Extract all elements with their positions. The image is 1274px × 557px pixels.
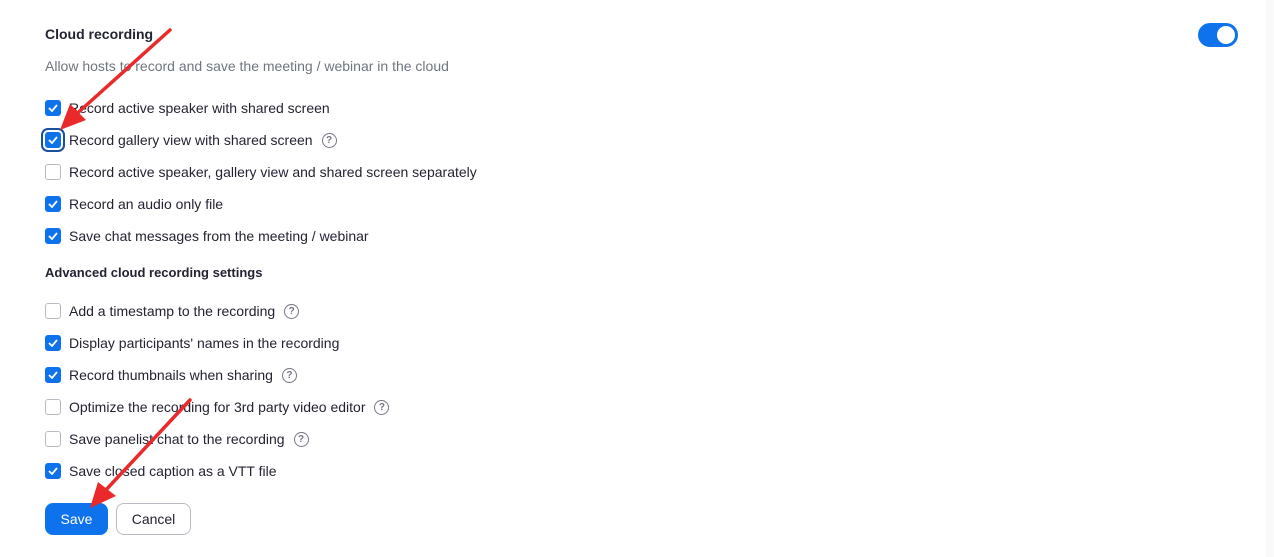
scrollbar[interactable] — [1266, 0, 1274, 557]
checkbox-panelist-chat[interactable] — [45, 431, 61, 447]
option-optimize-editor: Optimize the recording for 3rd party vid… — [45, 397, 390, 417]
check-icon — [48, 136, 58, 144]
option-label: Add a timestamp to the recording — [69, 303, 276, 319]
check-icon — [48, 232, 58, 240]
cancel-button[interactable]: Cancel — [116, 503, 191, 535]
check-icon — [48, 339, 58, 347]
option-label: Optimize the recording for 3rd party vid… — [69, 399, 366, 415]
option-label: Record thumbnails when sharing — [69, 367, 273, 383]
checkbox-optimize-editor[interactable] — [45, 399, 61, 415]
option-label: Record active speaker, gallery view and … — [69, 164, 477, 180]
checkbox-participant-names[interactable] — [45, 335, 61, 351]
option-label: Display participants' names in the recor… — [69, 335, 340, 351]
option-timestamp: Add a timestamp to the recording ? — [45, 301, 300, 321]
option-panelist-chat: Save panelist chat to the recording ? — [45, 429, 309, 449]
option-record-gallery-view: Record gallery view with shared screen ? — [45, 130, 337, 150]
option-label: Save closed caption as a VTT file — [69, 463, 277, 479]
option-closed-caption: Save closed caption as a VTT file — [45, 461, 277, 481]
help-icon[interactable]: ? — [374, 399, 390, 415]
help-icon[interactable]: ? — [281, 367, 297, 383]
checkbox-thumbnails[interactable] — [45, 367, 61, 383]
option-thumbnails: Record thumbnails when sharing ? — [45, 365, 297, 385]
save-button[interactable]: Save — [45, 503, 108, 535]
checkbox-record-separately[interactable] — [45, 164, 61, 180]
checkbox-record-gallery-view[interactable] — [45, 132, 61, 148]
cloud-recording-toggle[interactable] — [1198, 23, 1238, 47]
checkbox-audio-only[interactable] — [45, 196, 61, 212]
option-label: Save panelist chat to the recording — [69, 431, 285, 447]
option-label: Record active speaker with shared screen — [69, 100, 330, 116]
check-icon — [48, 467, 58, 475]
settings-page: Cloud recording Allow hosts to record an… — [0, 0, 1274, 557]
cloud-recording-description: Allow hosts to record and save the meeti… — [45, 58, 449, 74]
help-icon[interactable]: ? — [293, 431, 309, 447]
checkbox-timestamp[interactable] — [45, 303, 61, 319]
option-record-separately: Record active speaker, gallery view and … — [45, 162, 477, 182]
checkbox-record-active-speaker[interactable] — [45, 100, 61, 116]
option-save-chat: Save chat messages from the meeting / we… — [45, 226, 369, 246]
option-label: Record an audio only file — [69, 196, 224, 212]
check-icon — [48, 200, 58, 208]
option-audio-only: Record an audio only file — [45, 194, 223, 214]
help-icon[interactable]: ? — [321, 132, 337, 148]
cloud-recording-title: Cloud recording — [45, 26, 154, 42]
check-icon — [48, 104, 58, 112]
check-icon — [48, 371, 58, 379]
option-label: Record gallery view with shared screen — [69, 132, 313, 148]
option-participant-names: Display participants' names in the recor… — [45, 333, 339, 353]
advanced-settings-title: Advanced cloud recording settings — [45, 265, 263, 280]
checkbox-closed-caption[interactable] — [45, 463, 61, 479]
option-label: Save chat messages from the meeting / we… — [69, 228, 369, 244]
option-record-active-speaker: Record active speaker with shared screen — [45, 98, 330, 118]
help-icon[interactable]: ? — [284, 303, 300, 319]
checkbox-save-chat[interactable] — [45, 228, 61, 244]
toggle-knob — [1217, 26, 1235, 44]
